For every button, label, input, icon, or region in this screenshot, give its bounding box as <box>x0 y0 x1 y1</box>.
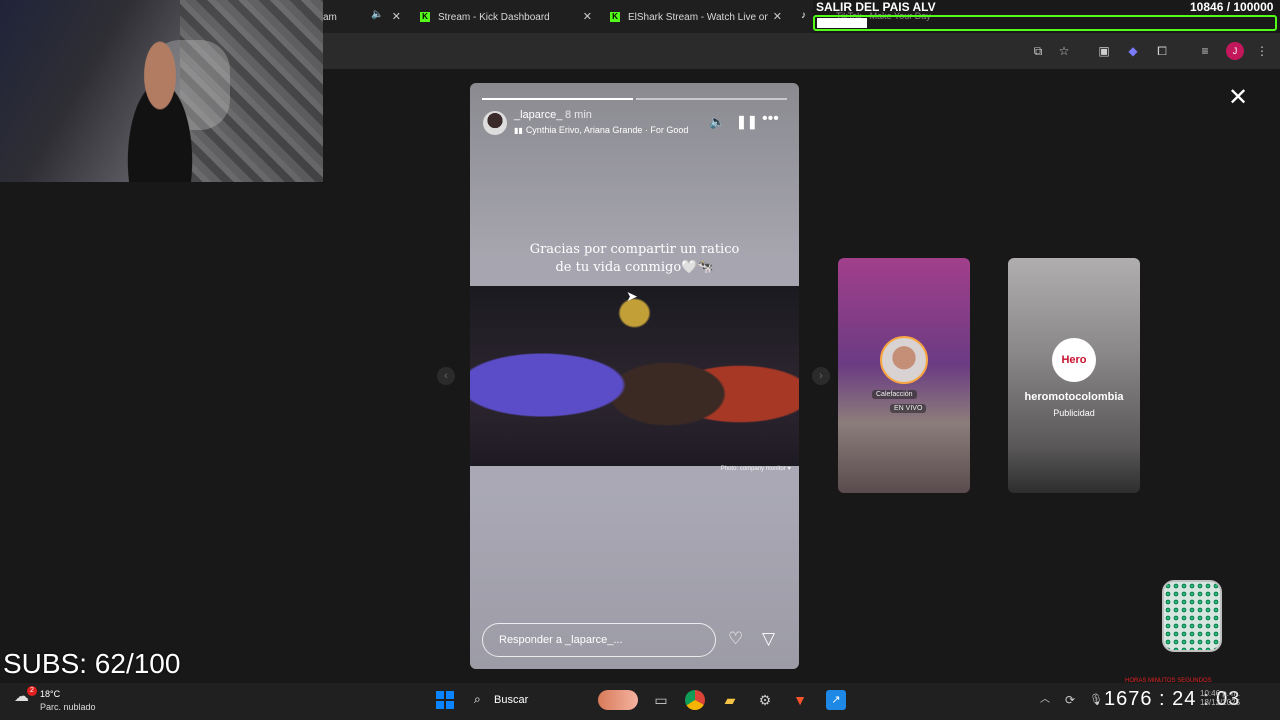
app-icon[interactable]: ↗ <box>826 690 846 710</box>
story-progress-segment <box>482 98 633 100</box>
story-preview[interactable]: Calefacción EN VIVO <box>838 258 970 493</box>
goal-title: SALIR DEL PAIS ALV <box>816 0 936 14</box>
previous-story-button[interactable]: ‹ <box>437 367 455 385</box>
story-preview[interactable]: Hero heromotocolombia Publicidad <box>1008 258 1140 493</box>
tray-overflow-icon[interactable]: ︿ <box>1035 690 1055 710</box>
goal-count: 10846 / 100000 <box>1190 0 1274 14</box>
tab-muted[interactable]: am 🔈 ✕ <box>323 6 401 28</box>
kick-icon: K <box>610 12 620 22</box>
profile-icon[interactable]: J <box>1226 42 1244 60</box>
preview-username: heromotocolombia <box>1024 391 1124 403</box>
story-photo <box>470 286 799 466</box>
close-tab-icon[interactable]: ✕ <box>583 10 592 23</box>
goal-progress-track <box>813 15 1277 31</box>
preview-tag: EN VIVO <box>890 404 927 413</box>
cast-icon[interactable]: ⧉ <box>1030 43 1046 59</box>
puzzle-icon[interactable]: ⧠ <box>1154 43 1170 59</box>
tab-label: am <box>323 11 337 23</box>
hero-logo: Hero <box>1052 338 1096 382</box>
song-label: Cynthia Erivo, Ariana Grande · For Good <box>525 125 689 135</box>
equalizer-icon: ▮▮ <box>514 126 523 135</box>
donation-jar <box>1162 580 1222 652</box>
weather-temp[interactable]: 18°C <box>40 689 60 699</box>
tab-elshark-stream[interactable]: K ElShark Stream - Watch Live on ✕ <box>610 6 782 28</box>
weather-condition[interactable]: Parc. nublado <box>40 702 96 712</box>
weather-badge: 2 <box>27 686 37 696</box>
pause-icon[interactable]: ❚❚ <box>736 114 758 130</box>
send-icon[interactable]: ▽ <box>762 629 775 649</box>
caption-line: de tu vida conmigo🤍🐄 <box>555 260 714 275</box>
subs-counter: SUBS: 62/100 <box>3 648 181 679</box>
goal-progress-fill <box>817 18 867 28</box>
reply-input[interactable]: Responder a _laparce_... <box>482 623 716 657</box>
tab-kick-dashboard[interactable]: K Stream - Kick Dashboard ✕ <box>420 6 592 28</box>
timer-labels: HORAS MINUTOS SEGUNDOS <box>1125 678 1212 684</box>
close-tab-icon[interactable]: ✕ <box>392 10 401 23</box>
network-icon[interactable]: ⟳ <box>1060 690 1080 710</box>
tab-label: ElShark Stream - Watch Live on <box>628 11 768 23</box>
photo-credit: Photo: company monitor ♥ <box>720 466 791 472</box>
brave-icon[interactable]: ▼ <box>790 690 810 710</box>
widget-icon[interactable] <box>598 690 638 710</box>
microphone-icon[interactable]: 🎙 <box>1086 690 1106 710</box>
tab-label: Stream - Kick Dashboard <box>438 11 550 23</box>
preview-sponsored-label: Publicidad <box>1053 408 1095 418</box>
webcam-person <box>110 40 210 182</box>
story-avatar[interactable] <box>483 111 507 135</box>
caption-line: Gracias por compartir un ratico <box>529 242 740 257</box>
speaker-icon[interactable]: 🔈 <box>371 9 383 20</box>
webcam-feed <box>0 0 323 182</box>
next-story-button[interactable]: › <box>812 367 830 385</box>
story-card[interactable]: _laparce_ 8 min ▮▮ Cynthia Erivo, Ariana … <box>470 83 799 669</box>
volume-icon[interactable]: 🔈 <box>709 114 725 130</box>
windows-start-icon[interactable] <box>436 691 454 709</box>
task-view-icon[interactable]: ▭ <box>651 690 671 710</box>
story-caption: Gracias por compartir un ratico de tu vi… <box>470 241 799 277</box>
story-song[interactable]: ▮▮ Cynthia Erivo, Ariana Grande · For Goo… <box>514 125 688 135</box>
kick-icon: K <box>420 12 430 22</box>
reading-list-icon[interactable]: ≡ <box>1197 43 1213 59</box>
preview-avatar <box>880 336 928 384</box>
story-progress-segment <box>636 98 787 100</box>
clock-date: 18/12/2025 <box>1200 698 1241 707</box>
menu-icon[interactable]: ⋮ <box>1254 43 1270 59</box>
tray-clock[interactable]: 10:46 p. m. 18/12/2025 <box>1200 689 1240 707</box>
story-username[interactable]: _laparce_ <box>514 109 562 121</box>
close-tab-icon[interactable]: ✕ <box>773 10 782 23</box>
clock-time: 10:46 p. m. <box>1200 689 1241 698</box>
star-icon[interactable]: ☆ <box>1056 43 1072 59</box>
close-icon[interactable]: ✕ <box>1228 86 1248 110</box>
tiktok-icon[interactable]: ♪ <box>801 10 806 21</box>
heart-icon[interactable]: ♡ <box>728 629 743 649</box>
extension-icon[interactable]: ◆ <box>1125 43 1141 59</box>
more-options-icon[interactable]: ••• <box>762 110 779 128</box>
mouse-cursor: ➤ <box>626 288 638 304</box>
taskbar-search[interactable]: Buscar <box>494 694 528 706</box>
file-explorer-icon[interactable]: ▰ <box>720 690 740 710</box>
chrome-icon[interactable] <box>685 690 705 710</box>
story-time: 8 min <box>565 109 592 121</box>
search-icon[interactable]: ⌕ <box>474 692 481 707</box>
preview-tag: Calefacción <box>872 390 917 399</box>
media-icon[interactable]: ▣ <box>1096 43 1112 59</box>
steam-icon[interactable]: ⚙ <box>755 690 775 710</box>
